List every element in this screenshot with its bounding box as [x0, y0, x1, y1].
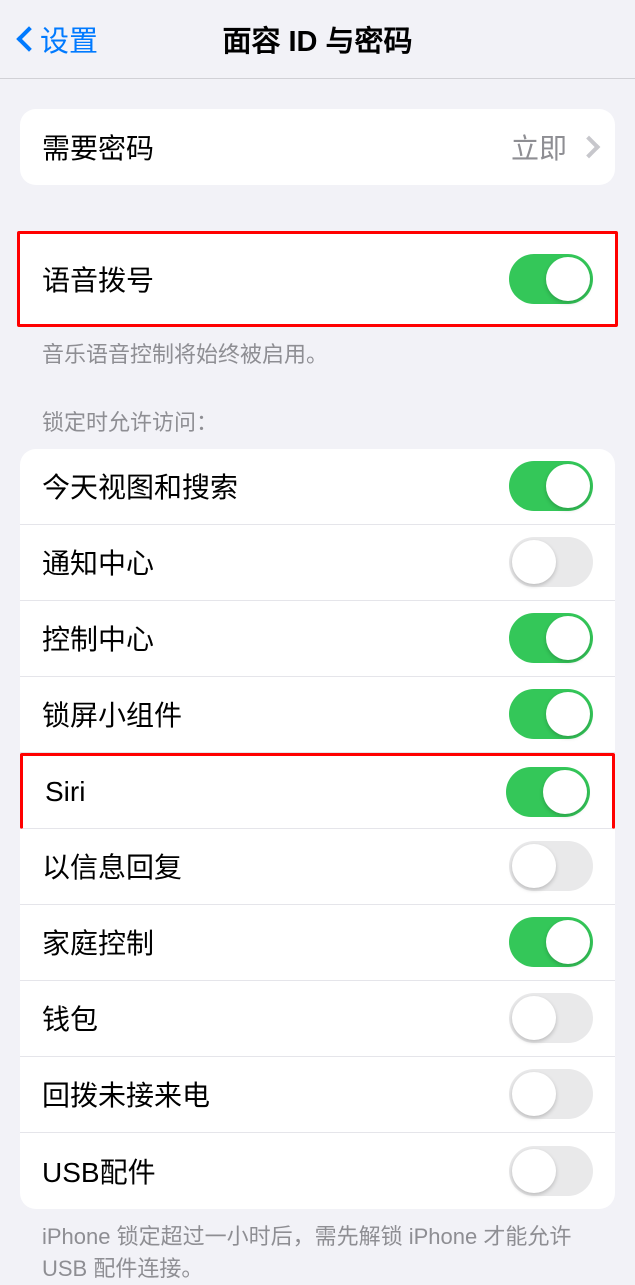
lock-screen-widgets-label: 锁屏小组件: [42, 694, 182, 734]
notification-center-row: 通知中心: [20, 525, 615, 601]
back-button[interactable]: 设置: [14, 18, 98, 60]
require-passcode-row[interactable]: 需要密码 立即: [20, 109, 615, 185]
today-view-label: 今天视图和搜索: [42, 466, 238, 506]
usb-accessories-label: USB配件: [42, 1151, 156, 1191]
require-passcode-group: 需要密码 立即: [20, 109, 615, 185]
today-view-toggle[interactable]: [509, 461, 593, 511]
control-center-toggle[interactable]: [509, 613, 593, 663]
require-passcode-label: 需要密码: [42, 127, 154, 167]
voice-dial-toggle[interactable]: [509, 254, 593, 304]
voice-dial-group-highlight: 语音拨号: [17, 231, 618, 327]
usb-accessories-row: USB配件: [20, 1133, 615, 1209]
return-missed-calls-row: 回拨未接来电: [20, 1057, 615, 1133]
control-center-label: 控制中心: [42, 618, 154, 658]
chevron-left-icon: [14, 25, 32, 53]
lock-screen-widgets-toggle[interactable]: [509, 689, 593, 739]
wallet-row: 钱包: [20, 981, 615, 1057]
return-missed-calls-label: 回拨未接来电: [42, 1074, 210, 1114]
voice-dial-footer: 音乐语音控制将始终被启用。: [20, 327, 615, 371]
require-passcode-value: 立即: [511, 127, 567, 167]
voice-dial-label: 语音拨号: [42, 259, 154, 299]
reply-with-message-row: 以信息回复: [20, 829, 615, 905]
home-control-toggle[interactable]: [509, 917, 593, 967]
home-control-row: 家庭控制: [20, 905, 615, 981]
voice-dial-row: 语音拨号: [20, 234, 615, 324]
today-view-row: 今天视图和搜索: [20, 449, 615, 525]
usb-accessories-toggle[interactable]: [509, 1146, 593, 1196]
home-control-label: 家庭控制: [42, 922, 154, 962]
usb-footer: iPhone 锁定超过一小时后，需先解锁 iPhone 才能允许USB 配件连接…: [20, 1209, 615, 1285]
lock-screen-widgets-row: 锁屏小组件: [20, 677, 615, 753]
siri-toggle[interactable]: [506, 767, 590, 817]
wallet-label: 钱包: [42, 998, 98, 1038]
wallet-toggle[interactable]: [509, 993, 593, 1043]
notification-center-label: 通知中心: [42, 542, 154, 582]
return-missed-calls-toggle[interactable]: [509, 1069, 593, 1119]
control-center-row: 控制中心: [20, 601, 615, 677]
back-label: 设置: [40, 18, 98, 60]
chevron-right-icon: [581, 137, 593, 157]
notification-center-toggle[interactable]: [509, 537, 593, 587]
siri-label: Siri: [45, 776, 85, 808]
locked-access-header: 锁定时允许访问：: [20, 371, 615, 449]
nav-header: 设置 面容 ID 与密码: [0, 0, 635, 79]
reply-with-message-label: 以信息回复: [42, 846, 182, 886]
reply-with-message-toggle[interactable]: [509, 841, 593, 891]
locked-access-group: 今天视图和搜索 通知中心 控制中心 锁屏小组件 Siri 以信息回复 家庭控制: [20, 449, 615, 1209]
siri-row-highlight: Siri: [20, 753, 615, 829]
